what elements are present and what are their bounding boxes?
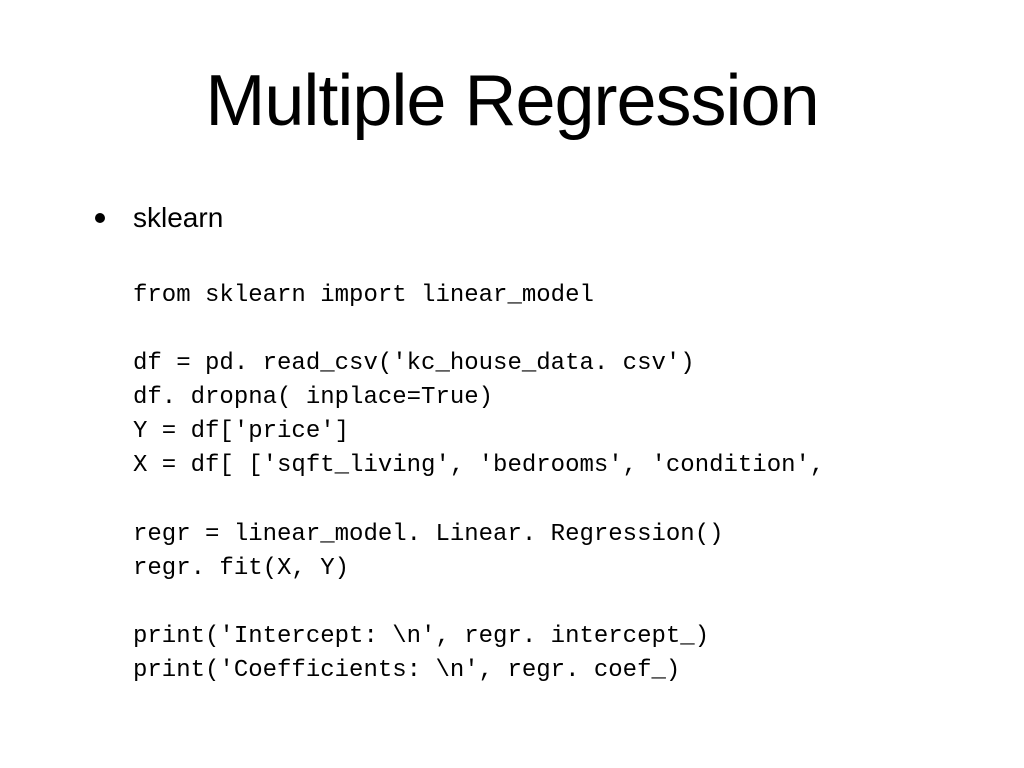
slide-container: Multiple Regression sklearn from sklearn… xyxy=(0,0,1024,728)
bullet-item: sklearn xyxy=(95,202,974,234)
bullet-label: sklearn xyxy=(133,202,223,234)
slide-title: Multiple Regression xyxy=(50,60,974,142)
bullet-icon xyxy=(95,213,105,223)
slide-content: sklearn from sklearn import linear_model… xyxy=(50,202,974,688)
code-block: from sklearn import linear_model df = pd… xyxy=(95,279,974,688)
